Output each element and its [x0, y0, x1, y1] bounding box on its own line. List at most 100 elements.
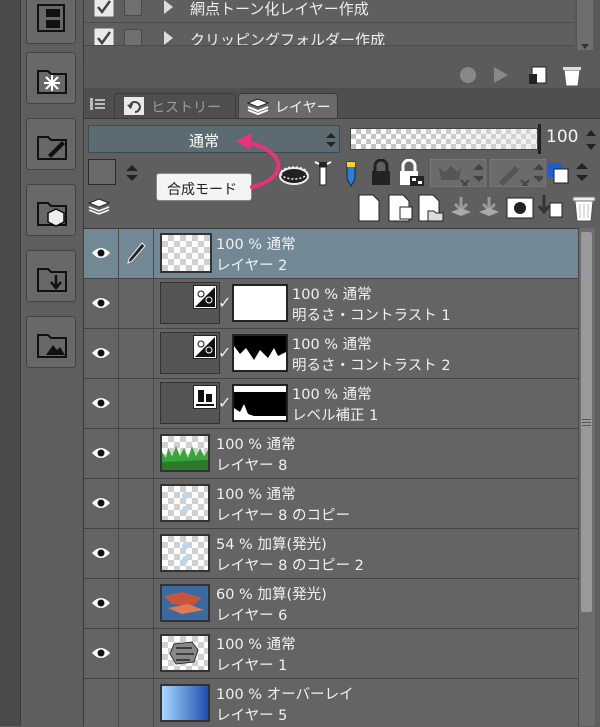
adjustment-layer-icon	[160, 382, 220, 424]
layer-name: レイヤー 2	[216, 258, 288, 274]
edit-target-cell[interactable]	[119, 279, 154, 329]
layer-row[interactable]: 60 % 加算(発光) レイヤー 6	[84, 579, 578, 629]
3d-folder-button[interactable]	[26, 184, 76, 236]
edit-folder-button[interactable]	[26, 118, 76, 170]
merge-visible-icon[interactable]	[478, 195, 500, 221]
layer-color-button[interactable]	[546, 159, 596, 187]
auto-action-row[interactable]: クリッピングフォルダー作成	[84, 23, 574, 46]
clip-to-below-button[interactable]	[430, 159, 486, 187]
delete-layer-icon[interactable]	[570, 191, 598, 223]
visibility-toggle[interactable]	[84, 429, 119, 479]
blend-mode-select[interactable]: 通常	[88, 125, 340, 153]
lighthouse-icon[interactable]	[314, 159, 332, 189]
layer-thumbnail	[160, 434, 210, 472]
toggle-box[interactable]	[124, 0, 142, 16]
visibility-toggle[interactable]	[84, 329, 119, 379]
tab-history[interactable]: ヒストリー	[114, 93, 236, 118]
import-folder-button[interactable]	[26, 250, 76, 302]
merge-down-icon[interactable]	[450, 195, 472, 221]
visibility-toggle[interactable]	[84, 379, 119, 429]
new-action-icon[interactable]	[528, 65, 550, 85]
auto-action-row[interactable]: 網点トーン化レイヤー作成	[84, 0, 574, 23]
starburst-folder-button[interactable]	[26, 52, 76, 104]
visibility-toggle[interactable]	[84, 629, 119, 679]
mask-link-icon: ✓	[218, 293, 232, 312]
layer-row[interactable]: 100 % 通常 レイヤー 8 のコピー	[84, 479, 578, 529]
visibility-toggle[interactable]	[84, 529, 119, 579]
layer-opacity-mode: 100 % 通常	[216, 237, 296, 253]
layer-row[interactable]: 100 % 通常 レイヤー 8	[84, 429, 578, 479]
edit-target-cell[interactable]	[119, 629, 154, 679]
swatch-spinner-icon[interactable]	[122, 162, 142, 184]
expand-triangle-icon[interactable]	[164, 31, 173, 45]
eye-icon	[92, 498, 110, 508]
layer-thumbnail	[160, 684, 210, 722]
layer-row[interactable]: ✓ 100 % 通常 レベル補正 1	[84, 379, 578, 429]
auto-action-controls	[84, 62, 600, 88]
new-vector-layer-icon[interactable]	[386, 193, 414, 223]
layer-color-icon	[548, 163, 588, 184]
panel-menu-icon[interactable]	[90, 97, 106, 111]
starburst-folder-icon	[37, 70, 67, 94]
opacity-spinner-icon[interactable]	[584, 128, 598, 152]
auto-list-scrollbar[interactable]	[576, 0, 593, 50]
edit-target-cell[interactable]	[119, 229, 154, 279]
visibility-toggle[interactable]	[84, 579, 119, 629]
check-icon[interactable]	[94, 28, 114, 45]
image-folder-button[interactable]	[26, 316, 76, 368]
visibility-toggle[interactable]	[84, 279, 119, 329]
lock-transparency-icon[interactable]	[398, 159, 426, 187]
layer-list: 100 % 通常 レイヤー 2 ✓ 100 % 通常 明るさ・コントラスト 1 …	[84, 228, 578, 727]
trash-icon[interactable]	[560, 63, 584, 87]
edit-target-cell[interactable]	[119, 679, 154, 727]
toggle-box[interactable]	[124, 29, 142, 45]
edit-target-cell[interactable]	[119, 429, 154, 479]
new-folder-layer-icon[interactable]	[416, 193, 444, 223]
layer-settings-icon[interactable]	[88, 197, 110, 217]
layer-row[interactable]: ✓ 100 % 通常 明るさ・コントラスト 2	[84, 329, 578, 379]
panel-tab-bar: ヒストリー レイヤー	[84, 88, 600, 119]
scrollbar-thumb[interactable]	[581, 232, 592, 612]
layer-color-swatch[interactable]	[88, 159, 116, 185]
opacity-value[interactable]: 100	[546, 127, 578, 147]
opacity-slider[interactable]	[350, 128, 538, 150]
visibility-toggle[interactable]	[84, 229, 119, 279]
edit-target-cell[interactable]	[119, 529, 154, 579]
eye-icon	[92, 448, 110, 458]
sketch-thumbnail	[169, 641, 199, 665]
edit-target-cell[interactable]	[119, 379, 154, 429]
brightness-contrast-icon	[193, 285, 217, 309]
ruler-button[interactable]	[490, 159, 546, 187]
layer-row[interactable]: ✓ 100 % 通常 明るさ・コントラスト 1	[84, 279, 578, 329]
grip-icon	[582, 419, 591, 426]
adjustment-layer-icon	[160, 332, 220, 374]
lock-icon[interactable]	[370, 159, 392, 187]
edit-target-cell[interactable]	[119, 329, 154, 379]
grass-thumbnail	[162, 446, 208, 470]
levels-icon	[193, 385, 217, 409]
tab-layer[interactable]: レイヤー	[238, 93, 338, 118]
check-icon[interactable]	[94, 0, 114, 17]
edit-target-cell[interactable]	[119, 479, 154, 529]
layout-icon-button[interactable]	[26, 0, 76, 44]
layer-row[interactable]: 100 % 通常 レイヤー 1	[84, 629, 578, 679]
expand-triangle-icon[interactable]	[164, 0, 173, 14]
edit-target-cell[interactable]	[119, 579, 154, 629]
layer-list-scrollbar[interactable]	[578, 228, 595, 726]
clip-icon	[439, 164, 483, 186]
record-icon[interactable]	[458, 65, 478, 85]
create-mask-icon[interactable]	[506, 197, 534, 219]
apply-mask-icon[interactable]	[536, 193, 564, 223]
layer-row[interactable]: 54 % 加算(発光) レイヤー 8 のコピー 2	[84, 529, 578, 579]
draft-pen-icon[interactable]	[342, 159, 360, 189]
visibility-toggle[interactable]	[84, 679, 119, 727]
reference-layer-icon[interactable]	[278, 161, 310, 187]
layer-thumbnail	[160, 584, 210, 622]
layer-row[interactable]: 100 % オーバーレイ レイヤー 5	[84, 679, 578, 727]
visibility-toggle[interactable]	[84, 479, 119, 529]
light-thumbnail	[182, 542, 188, 564]
new-raster-layer-icon[interactable]	[356, 193, 382, 223]
image-folder-icon	[37, 334, 67, 358]
layer-row[interactable]: 100 % 通常 レイヤー 2	[84, 229, 578, 279]
play-icon[interactable]	[490, 65, 510, 85]
